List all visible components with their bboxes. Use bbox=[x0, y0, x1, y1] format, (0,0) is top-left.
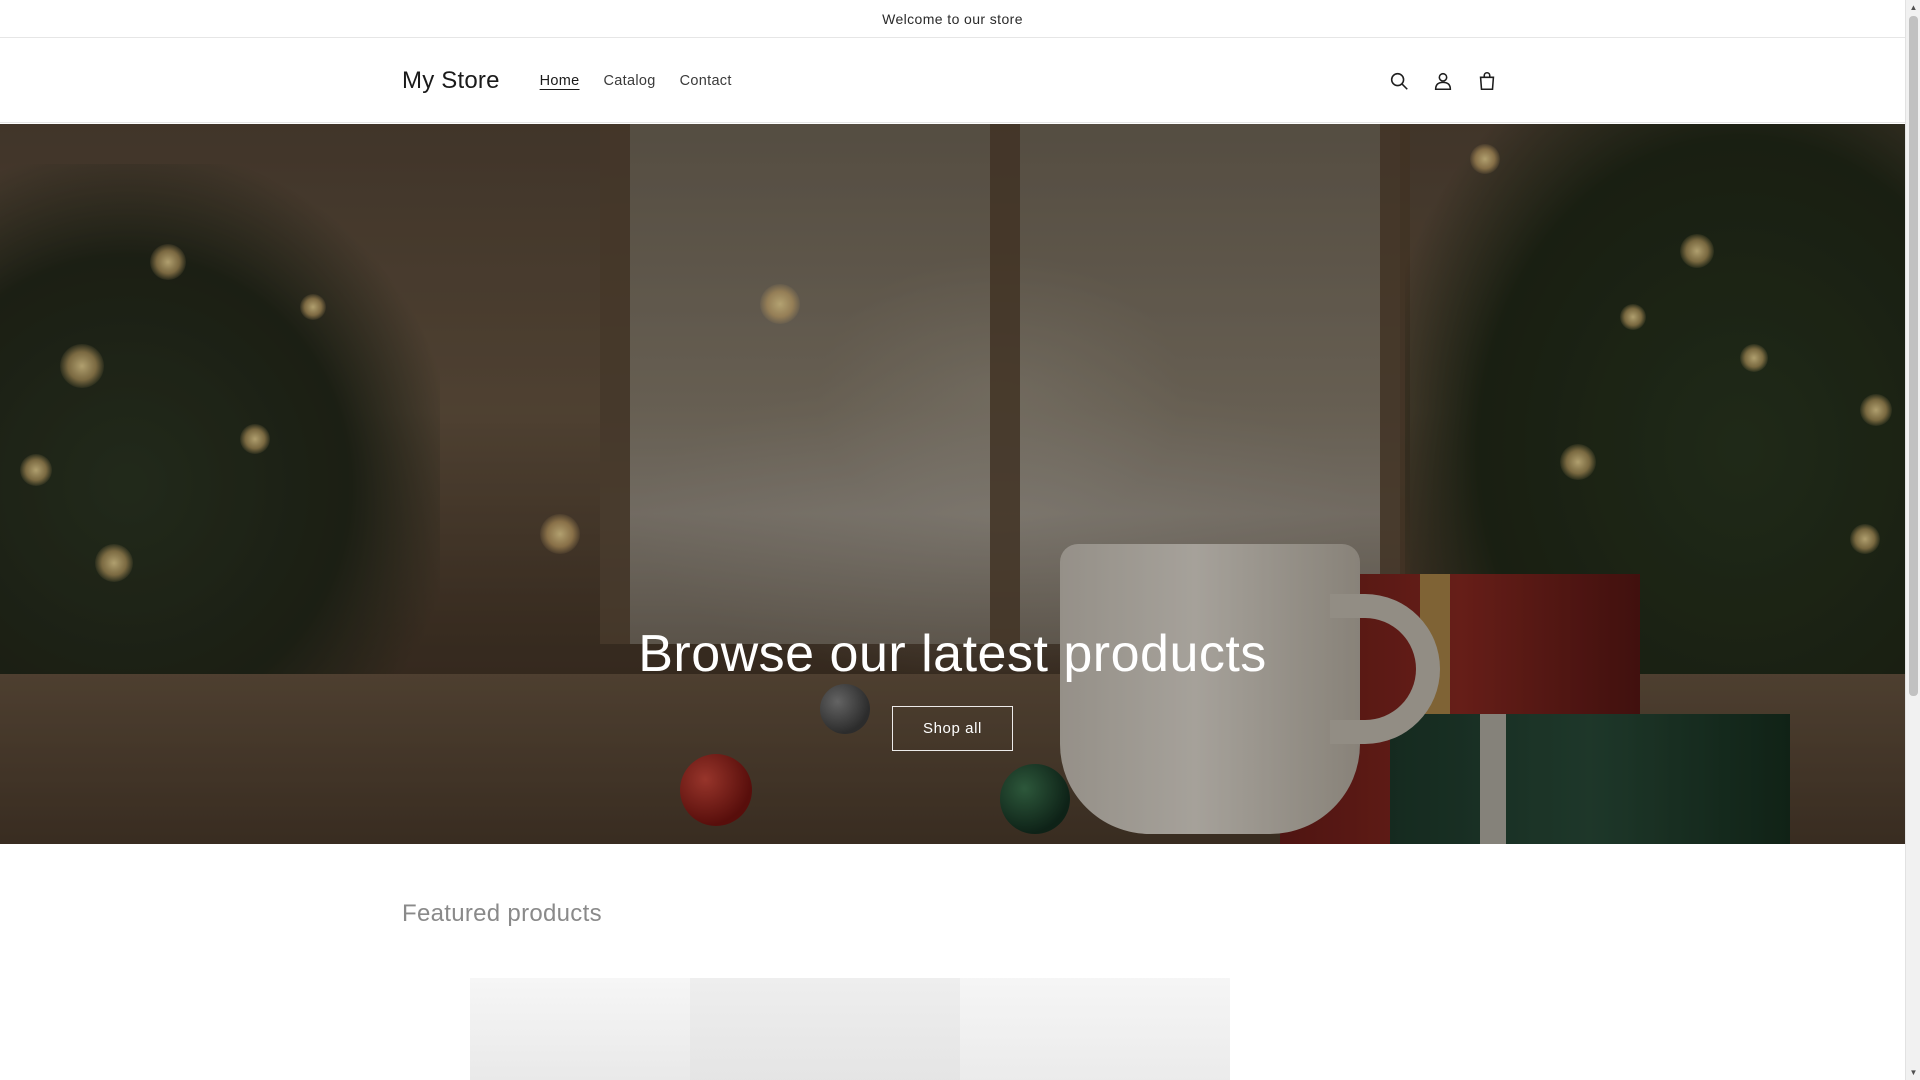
product-image[interactable] bbox=[470, 978, 690, 1080]
hero-content: Browse our latest products Shop all bbox=[0, 624, 1905, 751]
announcement-bar: Welcome to our store bbox=[0, 0, 1905, 38]
header-icons bbox=[1383, 65, 1503, 97]
nav-link-contact[interactable]: Contact bbox=[668, 67, 744, 95]
nav-link-catalog[interactable]: Catalog bbox=[592, 67, 668, 95]
page-scrollbar[interactable]: ▲ ▼ bbox=[1905, 0, 1920, 1080]
product-image[interactable] bbox=[960, 978, 1230, 1080]
account-button[interactable] bbox=[1427, 65, 1459, 97]
scroll-down-arrow-icon[interactable]: ▼ bbox=[1906, 1065, 1920, 1080]
scroll-up-arrow-icon[interactable]: ▲ bbox=[1906, 0, 1920, 15]
featured-title: Featured products bbox=[402, 900, 602, 927]
site-header: My Store Home Catalog Contact bbox=[0, 38, 1905, 123]
shop-all-button[interactable]: Shop all bbox=[891, 706, 1013, 751]
scroll-thumb[interactable] bbox=[1909, 16, 1918, 696]
product-image-strip bbox=[470, 978, 1230, 1080]
product-image[interactable] bbox=[690, 978, 960, 1080]
announcement-text: Welcome to our store bbox=[882, 10, 1023, 27]
nav-link-home[interactable]: Home bbox=[528, 67, 592, 95]
search-button[interactable] bbox=[1383, 65, 1415, 97]
cart-button[interactable] bbox=[1471, 65, 1503, 97]
search-icon bbox=[1390, 72, 1408, 90]
store-logo[interactable]: My Store bbox=[402, 67, 500, 95]
storefront-page: Welcome to our store My Store Home Catal… bbox=[0, 0, 1905, 1080]
hero-title: Browse our latest products bbox=[638, 625, 1267, 683]
account-icon bbox=[1434, 72, 1452, 90]
featured-section: Featured products bbox=[0, 844, 1905, 1080]
cart-icon bbox=[1479, 71, 1495, 90]
header-inner: My Store Home Catalog Contact bbox=[402, 38, 1503, 123]
main-nav: Home Catalog Contact bbox=[528, 67, 744, 95]
hero-banner: Browse our latest products Shop all bbox=[0, 124, 1905, 844]
